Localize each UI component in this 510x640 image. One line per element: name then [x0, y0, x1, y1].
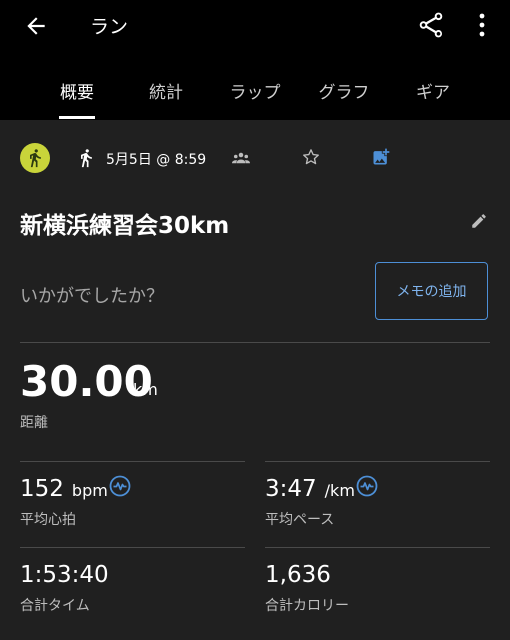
- distance-label: 距離: [20, 415, 48, 431]
- feedback-question: いかがでしたか？: [20, 286, 164, 307]
- distance-unit: km: [133, 380, 158, 399]
- calories-label: 合計カロリー: [265, 598, 349, 614]
- tab-overview[interactable]: 概要: [32, 78, 122, 103]
- activity-date: 5月5日 @ 8:59: [106, 152, 207, 168]
- add-memo-button[interactable]: メモの追加: [375, 262, 488, 320]
- pace-label: 平均ペース: [265, 512, 335, 528]
- heart-rate-value: 152: [20, 476, 64, 502]
- more-vert-icon[interactable]: [470, 10, 494, 40]
- activity-meta-row: 5月5日 @ 8:59: [0, 140, 510, 176]
- heart-rate-label: 平均心拍: [20, 512, 76, 528]
- share-icon[interactable]: [416, 10, 446, 40]
- divider: [265, 547, 490, 548]
- star-icon[interactable]: [302, 148, 322, 168]
- total-time-value: 1:53:40: [20, 562, 109, 588]
- heart-rate-stat: 152 bpm: [20, 476, 108, 502]
- tab-graphs[interactable]: グラフ: [299, 78, 389, 103]
- divider: [20, 547, 245, 548]
- tab-laps[interactable]: ラップ: [210, 78, 300, 103]
- pencil-icon[interactable]: [470, 212, 490, 232]
- pace-stat: 3:47/km: [265, 476, 355, 502]
- add-photo-icon[interactable]: [371, 147, 391, 167]
- pace-value: 3:47: [265, 476, 317, 502]
- app-bar: ラン 概要 統計 ラップ グラフ ギア: [0, 0, 510, 120]
- active-tab-indicator: [59, 116, 95, 119]
- divider: [20, 461, 245, 462]
- heart-rate-unit: bpm: [71, 481, 108, 500]
- tab-stats[interactable]: 統計: [121, 78, 211, 103]
- page-title: ラン: [90, 16, 129, 38]
- activity-name[interactable]: 新横浜練習会30km: [20, 206, 229, 240]
- tab-bar: 概要 統計 ラップ グラフ ギア: [0, 72, 510, 120]
- total-time-label: 合計タイム: [20, 598, 90, 614]
- divider: [265, 461, 490, 462]
- tab-gear[interactable]: ギア: [388, 78, 478, 103]
- running-person-icon: [76, 148, 98, 168]
- group-icon[interactable]: [232, 150, 252, 166]
- heart-rate-icon[interactable]: [356, 475, 378, 497]
- divider: [20, 342, 490, 343]
- pace-unit: /km: [324, 481, 355, 500]
- avatar[interactable]: [20, 143, 50, 173]
- calories-value: 1,636: [265, 562, 331, 588]
- back-arrow-icon[interactable]: [20, 10, 52, 42]
- heart-rate-icon[interactable]: [109, 475, 131, 497]
